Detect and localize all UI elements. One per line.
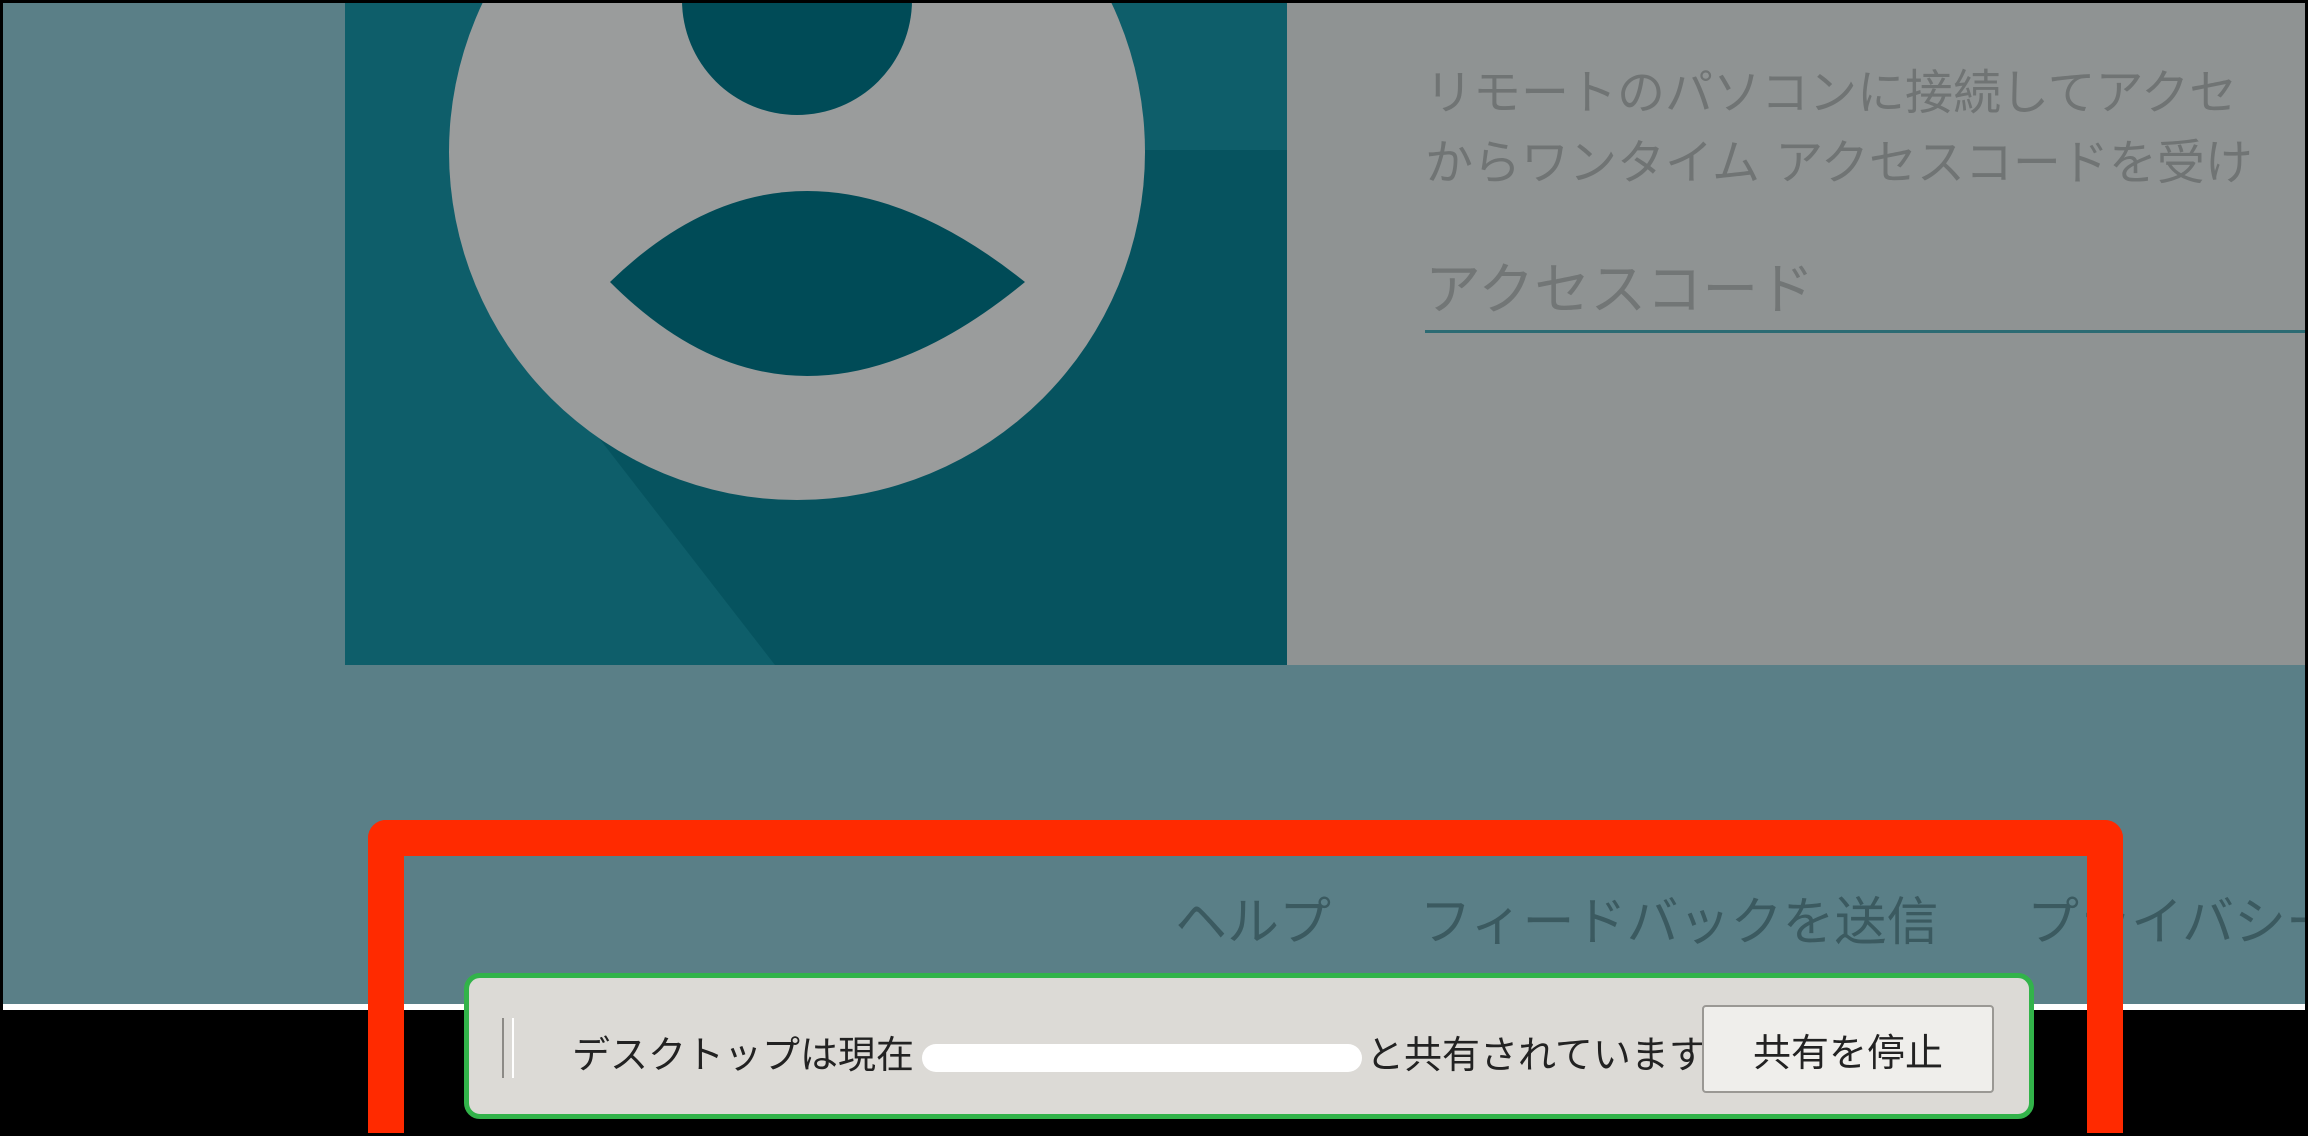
connect-panel: リモートのパソコンに接続してアクセ からワンタイム アクセスコードを受け bbox=[1287, 0, 2308, 665]
sharing-status-prefix: デスクトップは現在 bbox=[572, 1033, 915, 1077]
privacy-link[interactable]: プライバシー bbox=[2027, 893, 2308, 953]
instruction-text: リモートのパソコンに接続してアクセ からワンタイム アクセスコードを受け bbox=[1425, 58, 2253, 198]
remote-desktop-page: リモートのパソコンに接続してアクセ からワンタイム アクセスコードを受け ヘルプ… bbox=[0, 0, 2308, 1000]
access-code-input[interactable] bbox=[1425, 250, 2308, 333]
feedback-link[interactable]: フィードバックを送信 bbox=[1420, 893, 1939, 953]
stop-sharing-button[interactable]: 共有を停止 bbox=[1702, 1005, 1994, 1093]
user-avatar-icon bbox=[449, 0, 1287, 665]
sharing-notification-bar: デスクトップは現在 と共有されています。 共有を停止 bbox=[464, 973, 2034, 1119]
drag-handle[interactable] bbox=[502, 1018, 514, 1078]
instruction-line-1: リモートのパソコンに接続してアクセ bbox=[1425, 65, 2238, 121]
redacted-email bbox=[922, 1043, 1363, 1072]
avatar-tile bbox=[345, 0, 1287, 665]
instruction-line-2: からワンタイム アクセスコードを受け bbox=[1425, 135, 2253, 191]
help-link[interactable]: ヘルプ bbox=[1175, 893, 1331, 953]
sharing-status-suffix: と共有されています。 bbox=[1366, 1033, 1742, 1077]
screen: リモートのパソコンに接続してアクセ からワンタイム アクセスコードを受け ヘルプ… bbox=[0, 0, 2308, 1136]
footer-links: ヘルプ フィードバックを送信 プライバシー bbox=[1175, 880, 2308, 955]
sharing-status-text: デスクトップは現在 と共有されています。 bbox=[572, 1024, 1741, 1079]
